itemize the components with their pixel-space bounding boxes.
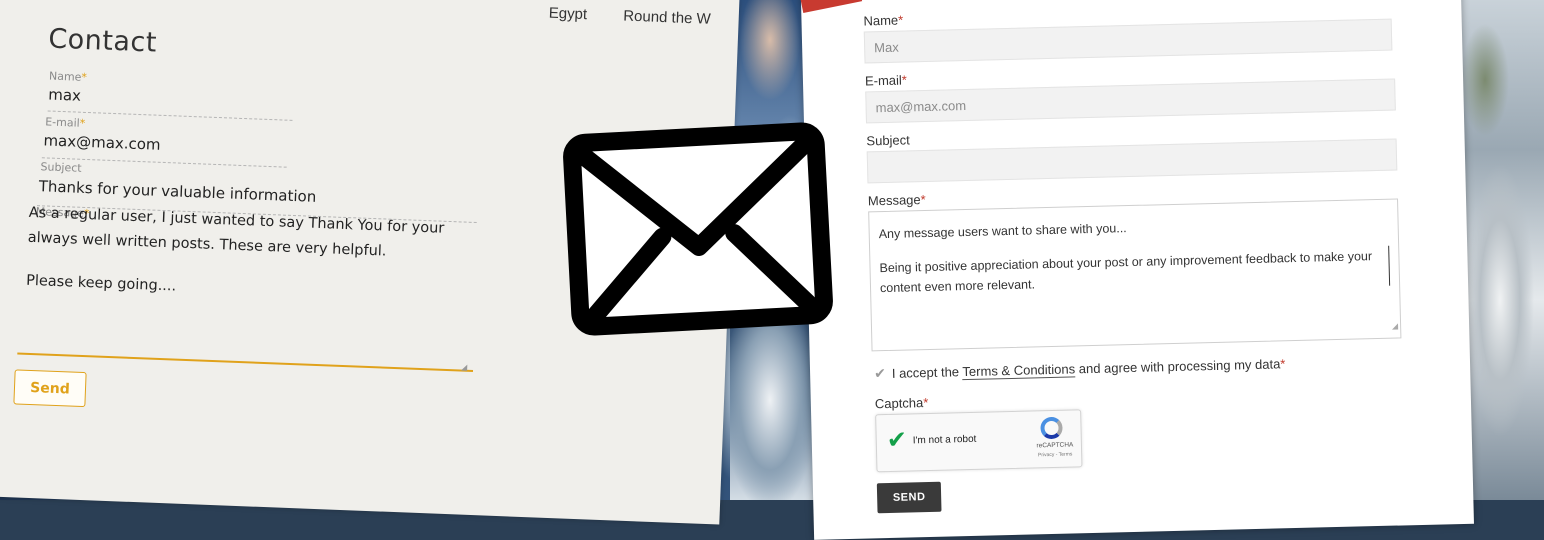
required-marker: * xyxy=(898,12,904,28)
message-label-text: Message xyxy=(867,192,921,209)
name-input[interactable]: Max xyxy=(863,18,1393,64)
message-field-label: Message* xyxy=(868,192,926,208)
message-paragraph: Being it positive appreciation about you… xyxy=(879,245,1391,299)
subject-input[interactable] xyxy=(866,138,1398,184)
terms-link[interactable]: Terms & Conditions xyxy=(962,361,1076,381)
resize-handle-icon[interactable]: ◢ xyxy=(1392,316,1399,336)
captcha-label-text: Captcha xyxy=(874,395,924,412)
email-label-text: E-mail xyxy=(44,115,80,130)
required-marker: * xyxy=(920,192,926,208)
required-marker: * xyxy=(81,70,88,84)
email-field-label: E-mail* xyxy=(45,115,85,130)
page-title: Contact xyxy=(47,23,158,59)
required-marker: * xyxy=(923,394,929,411)
send-button[interactable]: Send xyxy=(13,369,87,408)
subject-field-label: Subject xyxy=(40,160,82,175)
subject-field-label: Subject xyxy=(866,132,910,149)
message-textarea[interactable]: As a regular user, I just wanted to say … xyxy=(25,201,449,328)
captcha-field-label: Captcha* xyxy=(875,395,929,411)
send-button[interactable]: SEND xyxy=(876,481,942,514)
checkmark-icon[interactable]: ✔ xyxy=(874,365,886,381)
message-field-underline xyxy=(17,352,474,372)
name-field-label: Name* xyxy=(49,69,87,83)
nav-item-egypt[interactable]: Egypt xyxy=(548,5,587,23)
name-label-text: Name xyxy=(48,69,82,84)
top-navigation: Egypt Round the W xyxy=(548,5,743,29)
recaptcha-logo-icon xyxy=(1040,416,1063,440)
captcha-text: I'm not a robot xyxy=(912,433,977,447)
terms-prefix: I accept the xyxy=(891,364,960,381)
required-marker: * xyxy=(1280,356,1286,372)
captcha-brand: reCAPTCHA xyxy=(1036,441,1074,450)
nav-item-round-the-world[interactable]: Round the W xyxy=(623,8,711,28)
terms-suffix: and agree with processing my data xyxy=(1078,356,1281,377)
name-field[interactable]: max xyxy=(48,85,81,104)
email-input[interactable]: max@max.com xyxy=(865,78,1396,124)
message-textarea[interactable]: Any message users want to share with you… xyxy=(868,198,1402,352)
email-field-label: E-mail* xyxy=(865,72,907,88)
checkmark-icon[interactable]: ✔ xyxy=(886,427,907,454)
email-field[interactable]: max@max.com xyxy=(43,131,161,153)
contact-form-panel-right: Name* Max E-mail* max@max.com Subject Me… xyxy=(799,0,1474,540)
terms-checkbox-row[interactable]: ✔ I accept the Terms & Conditions and agr… xyxy=(874,355,1286,382)
message-paragraph: As a regular user, I just wanted to say … xyxy=(27,204,445,260)
message-paragraph: Any message users want to share with you… xyxy=(878,221,1127,242)
name-field-label: Name* xyxy=(863,12,903,28)
required-marker: * xyxy=(901,72,908,88)
captcha-terms-link[interactable]: Privacy - Terms xyxy=(1031,451,1079,458)
subject-field[interactable]: Thanks for your valuable information xyxy=(38,177,316,206)
recaptcha-widget[interactable]: ✔ I'm not a robot reCAPTCHA Privacy - Te… xyxy=(875,409,1083,473)
name-label-text: Name xyxy=(863,12,899,29)
resize-handle-icon[interactable]: ◢ xyxy=(461,363,467,372)
decorative-stamp xyxy=(799,0,863,14)
email-label-text: E-mail xyxy=(864,72,902,89)
message-paragraph: Please keep going.... xyxy=(25,272,177,295)
mail-envelope-icon xyxy=(563,122,833,336)
required-marker: * xyxy=(79,116,86,130)
